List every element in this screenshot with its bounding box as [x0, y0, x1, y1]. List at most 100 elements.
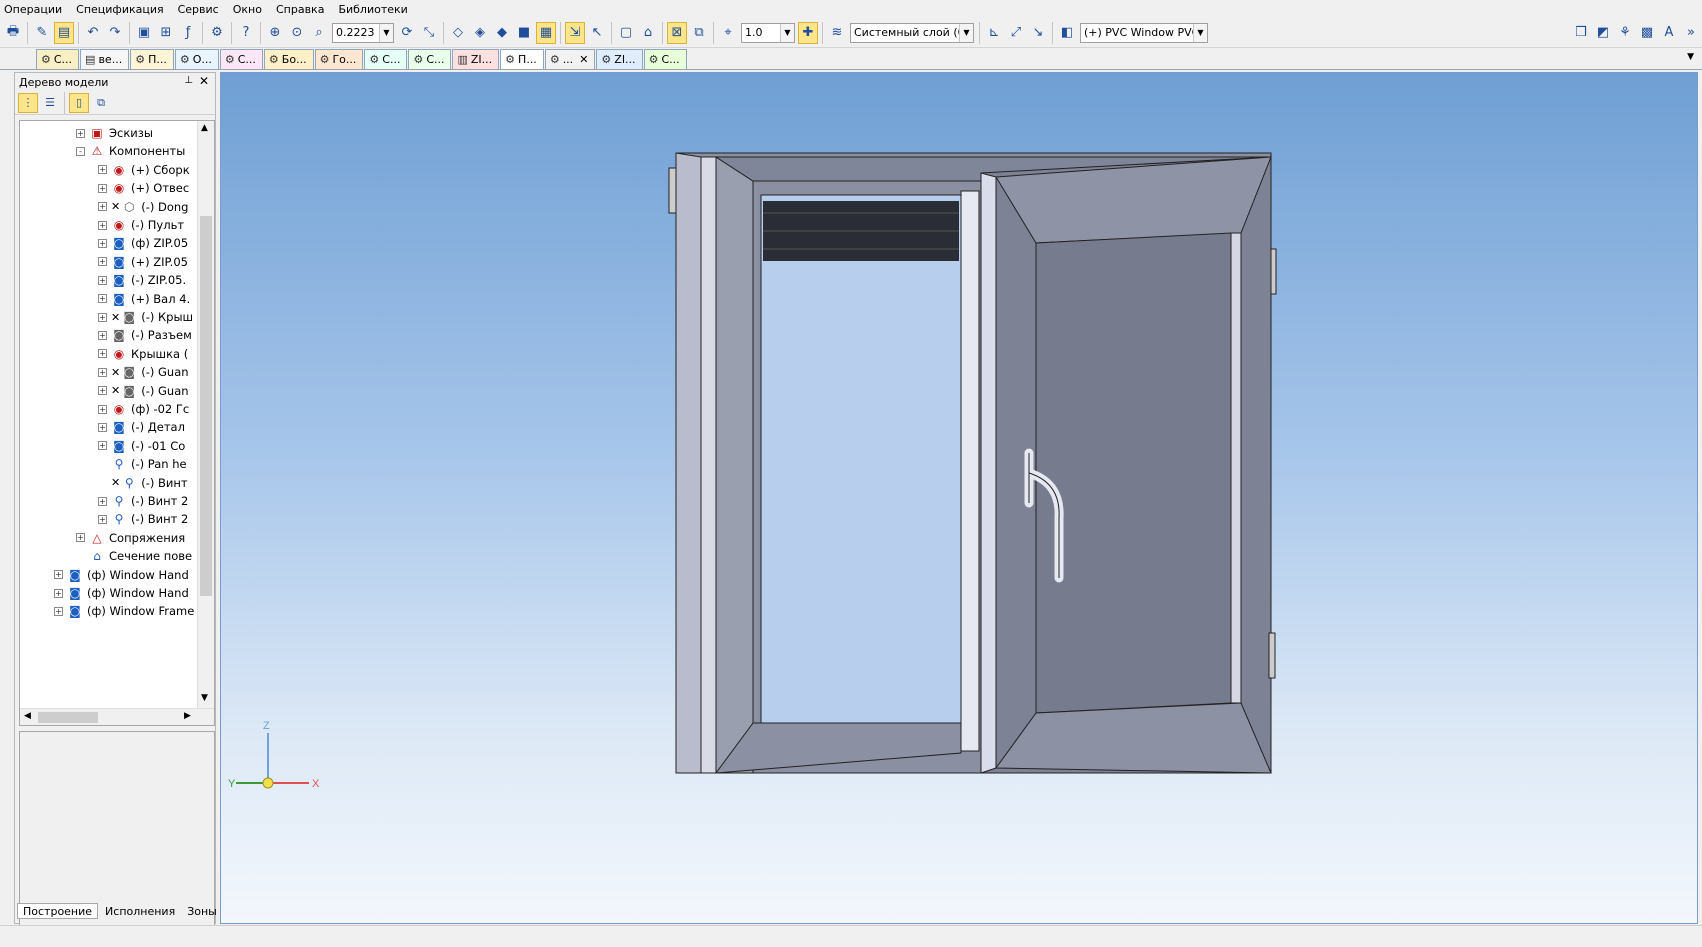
- menu-libraries[interactable]: Библиотеки: [338, 3, 407, 16]
- overflow-icon[interactable]: »: [1681, 22, 1701, 44]
- select-mode-icon[interactable]: ↖: [587, 22, 607, 44]
- hidden-thin-icon[interactable]: ◆: [492, 22, 512, 44]
- tree-item[interactable]: + ◙ (ф) Window Hand: [54, 565, 189, 585]
- material-combo[interactable]: (+) PVC Window PVC ▼: [1080, 22, 1208, 43]
- tree-item[interactable]: + ◉ (+) Сборк: [98, 160, 190, 180]
- sash-left-edge[interactable]: [980, 172, 997, 774]
- doc-tab[interactable]: ⚙ П...: [130, 49, 174, 69]
- model-tree[interactable]: ▲ ▼ ◀ ▶ + ▣ Эскизы - ⚠ Компоненты + ◉ (+) Сборк +…: [19, 120, 215, 726]
- expand-icon[interactable]: +: [76, 128, 85, 138]
- tree-toggle-icon[interactable]: ▤: [54, 21, 74, 44]
- tree-item[interactable]: + ◉ (+) Отвес: [98, 178, 189, 198]
- snap-icon[interactable]: ⊠: [667, 21, 687, 44]
- doc-tab[interactable]: ⚙ С...: [643, 49, 687, 69]
- layer-combo[interactable]: Системный слой (0) ▼: [850, 22, 974, 43]
- tree-item[interactable]: + ✕ ◙ (-) Крыш: [98, 307, 193, 327]
- doc-tab[interactable]: ⚙ Го...: [314, 49, 364, 69]
- expand-icon[interactable]: +: [98, 386, 107, 396]
- link-icon[interactable]: ⤢: [1006, 22, 1026, 44]
- zoom-icon[interactable]: ⌕: [309, 22, 329, 44]
- sash-bevel-bottom[interactable]: [995, 702, 1272, 774]
- tree-item[interactable]: + ◉ (-) Пульт: [98, 215, 184, 235]
- ortho-icon[interactable]: ✚: [798, 21, 818, 44]
- expand-icon[interactable]: +: [98, 257, 107, 267]
- collapse-icon[interactable]: -: [76, 146, 85, 156]
- scrollbar-thumb[interactable]: [200, 216, 212, 596]
- close-icon[interactable]: ✕: [199, 74, 209, 88]
- tree-item[interactable]: ⌂ Сечение пове: [76, 546, 192, 566]
- expand-icon[interactable]: +: [98, 312, 107, 322]
- tree-item[interactable]: + ◙ (-) Детал: [98, 417, 185, 437]
- tree-item[interactable]: + ◙ (-) -01 Co: [98, 436, 185, 456]
- grid-icon[interactable]: ⌖: [718, 22, 738, 44]
- expand-icon[interactable]: +: [98, 220, 107, 230]
- measure-icon[interactable]: ⚙: [207, 22, 227, 44]
- scroll-down-icon[interactable]: ▼: [201, 693, 208, 703]
- shaded-edges-icon[interactable]: ▦: [536, 21, 556, 44]
- doc-tab[interactable]: ⚙ О...: [174, 49, 219, 69]
- expand-icon[interactable]: +: [76, 533, 85, 543]
- render-icon[interactable]: ⚘: [1615, 22, 1635, 44]
- tree-item[interactable]: + ◙ (-) ZIP.05.: [98, 270, 186, 290]
- view-cube-icon[interactable]: ❒: [1571, 22, 1591, 44]
- tree-item[interactable]: + ◙ (ф) ZIP.05: [98, 233, 188, 253]
- expand-icon[interactable]: +: [98, 422, 107, 432]
- 3d-viewport[interactable]: Z X Y: [220, 72, 1698, 924]
- select-filter-icon[interactable]: ⇲: [565, 21, 585, 44]
- doc-tab[interactable]: ⚙ С...: [408, 49, 452, 69]
- orientation-icon[interactable]: ⤡: [419, 22, 439, 44]
- zoom-all-icon[interactable]: ⊕: [265, 22, 285, 44]
- tree-item[interactable]: ✕ ⚲ (-) Винт: [98, 473, 188, 493]
- expand-icon[interactable]: +: [54, 588, 63, 598]
- display-icon[interactable]: ◩: [1593, 22, 1613, 44]
- tree-item[interactable]: + ▣ Эскизы: [76, 123, 153, 143]
- tree-item[interactable]: + ◙ (ф) Window Frame: [54, 601, 194, 621]
- zoom-scale-combo[interactable]: 0.2223 ▼: [332, 22, 394, 43]
- doc-tab[interactable]: ▤ ве...: [80, 49, 130, 69]
- expand-icon[interactable]: +: [98, 294, 107, 304]
- tab-versions[interactable]: Исполнения: [100, 903, 180, 919]
- close-icon[interactable]: ✕: [579, 53, 588, 66]
- insert-icon[interactable]: ⌂: [638, 22, 658, 44]
- hidden-lines-icon[interactable]: ◈: [470, 22, 490, 44]
- chevron-down-icon[interactable]: ▼: [379, 23, 393, 42]
- expand-icon[interactable]: +: [98, 165, 107, 175]
- expand-icon[interactable]: +: [98, 441, 107, 451]
- doc-tab[interactable]: ▥ ZI...: [452, 49, 500, 69]
- frame-left-profile[interactable]: [675, 152, 702, 774]
- zoom-window-icon[interactable]: ⊙: [287, 22, 307, 44]
- tree-item[interactable]: + ◙ (-) Разъем: [98, 325, 192, 345]
- tree-item[interactable]: + △ Сопряжения: [76, 528, 185, 548]
- doc-tab[interactable]: ⚙ С...: [36, 49, 80, 69]
- print-icon[interactable]: 🖶: [3, 22, 23, 44]
- layers-icon[interactable]: ≋: [827, 22, 847, 44]
- sash-inner-strip[interactable]: [1230, 232, 1242, 704]
- perspective-icon[interactable]: ⧉: [689, 22, 709, 44]
- material-icon[interactable]: ◧: [1057, 22, 1077, 44]
- color-icon[interactable]: ▩: [1637, 22, 1657, 44]
- coordinate-system-icon[interactable]: ⊾: [984, 22, 1004, 44]
- doc-tab[interactable]: ⚙ ZI...: [596, 49, 643, 69]
- hinge-right-top[interactable]: [1270, 248, 1277, 295]
- tree-horizontal-scrollbar[interactable]: ◀ ▶: [20, 708, 214, 725]
- expand-icon[interactable]: +: [98, 275, 107, 285]
- text-style-icon[interactable]: A: [1659, 22, 1679, 44]
- fx-icon[interactable]: ƒ: [178, 22, 198, 44]
- help-pointer-icon[interactable]: ?: [236, 22, 256, 44]
- menu-help[interactable]: Справка: [276, 3, 324, 16]
- menu-specification[interactable]: Спецификация: [76, 3, 163, 16]
- expand-icon[interactable]: +: [98, 202, 107, 212]
- doc-tab[interactable]: ⚙ С...: [364, 49, 408, 69]
- scrollbar-thumb[interactable]: [38, 712, 98, 723]
- library-icon[interactable]: ▣: [134, 22, 154, 44]
- scroll-right-icon[interactable]: ▶: [184, 711, 191, 721]
- expand-icon[interactable]: +: [98, 349, 107, 359]
- pin-icon[interactable]: ⊥: [184, 75, 193, 86]
- tree-item[interactable]: + ✕ ◙ (-) Guan: [98, 362, 189, 382]
- tree-copy-icon[interactable]: ⧉: [91, 93, 111, 113]
- sash-glass[interactable]: [1035, 232, 1232, 714]
- tree-vertical-scrollbar[interactable]: ▲ ▼: [197, 121, 214, 708]
- tree-filter-icon[interactable]: ▯: [69, 92, 89, 113]
- scroll-left-icon[interactable]: ◀: [24, 711, 31, 721]
- tree-item[interactable]: + ◉ (ф) -02 Гс: [98, 399, 189, 419]
